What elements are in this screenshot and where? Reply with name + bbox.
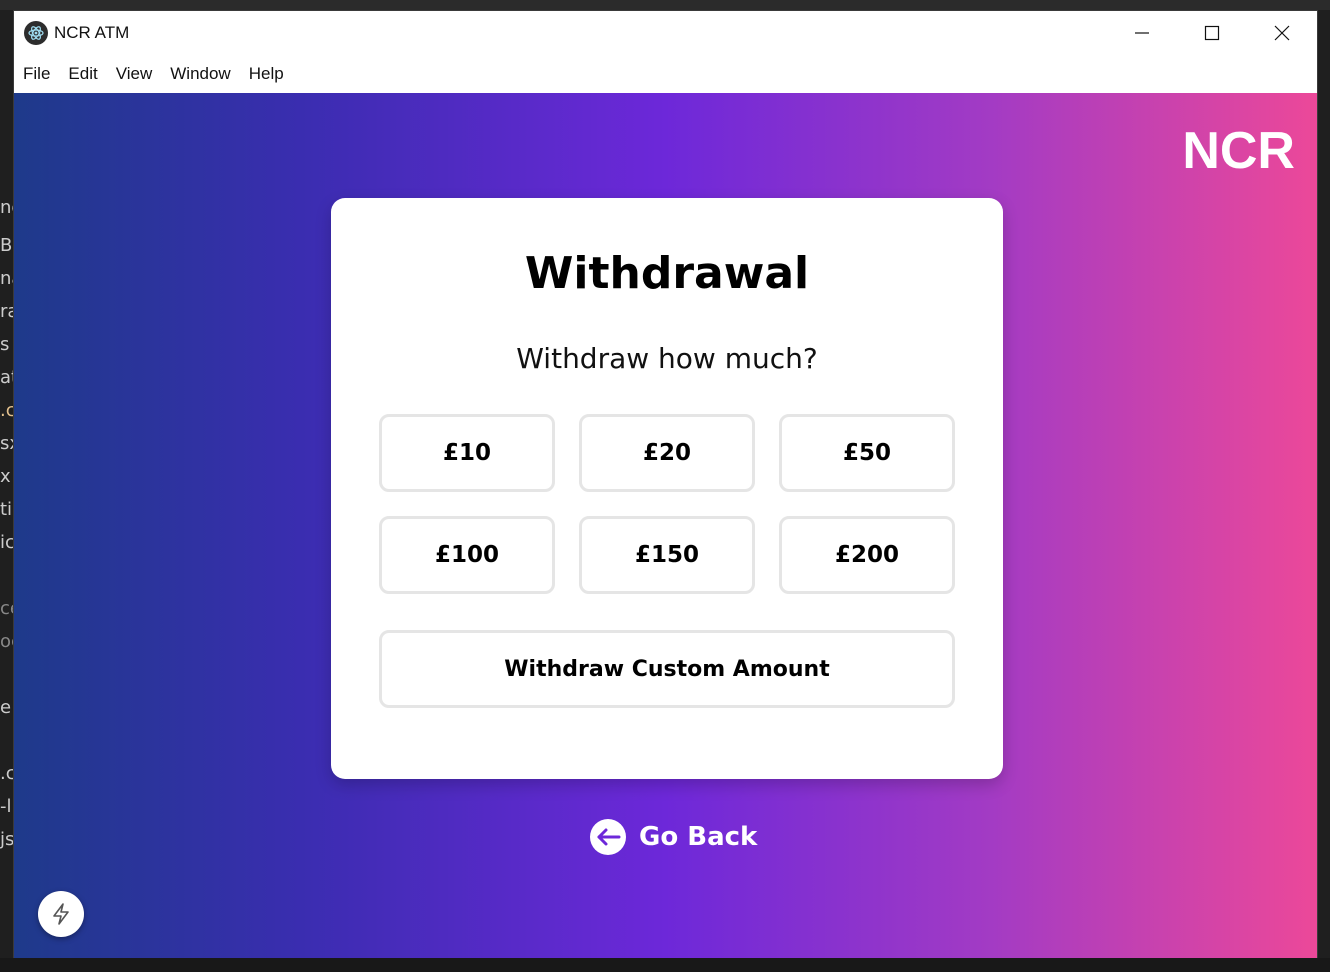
editor-fragment: na — [0, 268, 14, 289]
amount-10-button[interactable]: £10 — [379, 414, 555, 492]
app-window: NCR ATM File Edit View Window Help NCR W… — [13, 10, 1318, 958]
menu-help[interactable]: Help — [240, 64, 293, 84]
background-editor-topbar — [0, 0, 1330, 10]
editor-fragment: ne — [0, 197, 14, 218]
amount-200-button[interactable]: £200 — [779, 516, 955, 594]
editor-fragment: at — [0, 367, 14, 388]
window-title: NCR ATM — [54, 23, 130, 42]
editor-fragment: ce — [0, 598, 14, 619]
lightning-bolt-icon — [53, 903, 69, 925]
close-icon — [1274, 25, 1290, 41]
background-editor-sidebar: ne Bu na ra s at .c sx x ti ic ce oc e .… — [0, 92, 14, 972]
arrow-left-circle-icon — [590, 819, 626, 855]
minimize-button[interactable] — [1107, 11, 1177, 55]
title-bar[interactable]: NCR ATM — [14, 11, 1317, 55]
maximize-button[interactable] — [1177, 11, 1247, 55]
editor-fragment: js — [0, 829, 14, 850]
editor-fragment: -l — [0, 796, 12, 817]
menu-window[interactable]: Window — [161, 64, 239, 84]
withdrawal-card: Withdrawal Withdraw how much? £10 £20 £5… — [331, 198, 1003, 779]
amount-options: £10 £20 £50 £100 £150 £200 — [379, 414, 955, 594]
page-title: Withdrawal — [524, 248, 810, 299]
electron-icon — [24, 21, 48, 45]
editor-fragment: sx — [0, 433, 14, 454]
amount-50-button[interactable]: £50 — [779, 414, 955, 492]
editor-fragment: .c — [0, 400, 14, 421]
editor-fragment: oc — [0, 631, 14, 652]
editor-fragment: ic — [0, 532, 14, 553]
maximize-icon — [1204, 25, 1220, 41]
atm-screen: NCR Withdrawal Withdraw how much? £10 £2… — [14, 93, 1317, 958]
amount-20-button[interactable]: £20 — [579, 414, 755, 492]
go-back-label: Go Back — [639, 822, 758, 852]
window-controls — [1107, 11, 1317, 55]
editor-fragment: ra — [0, 301, 14, 322]
custom-amount-button[interactable]: Withdraw Custom Amount — [379, 630, 955, 708]
editor-fragment: .c — [0, 763, 14, 784]
amount-100-button[interactable]: £100 — [379, 516, 555, 594]
editor-fragment: s — [0, 334, 10, 355]
background-editor-statusbar — [0, 958, 1330, 972]
menu-bar: File Edit View Window Help — [14, 55, 1317, 93]
menu-edit[interactable]: Edit — [59, 64, 106, 84]
editor-fragment: x — [0, 466, 11, 487]
amount-150-button[interactable]: £150 — [579, 516, 755, 594]
editor-fragment: e — [0, 697, 12, 718]
close-button[interactable] — [1247, 11, 1317, 55]
withdraw-prompt: Withdraw how much? — [516, 342, 818, 375]
menu-file[interactable]: File — [14, 64, 59, 84]
editor-fragment: ti — [0, 499, 13, 520]
go-back-button[interactable]: Go Back — [590, 817, 757, 857]
dev-tools-button[interactable] — [38, 891, 84, 937]
brand-logo: NCR — [1182, 122, 1295, 180]
editor-fragment: Bu — [0, 235, 14, 256]
menu-view[interactable]: View — [107, 64, 162, 84]
minimize-icon — [1135, 32, 1149, 34]
